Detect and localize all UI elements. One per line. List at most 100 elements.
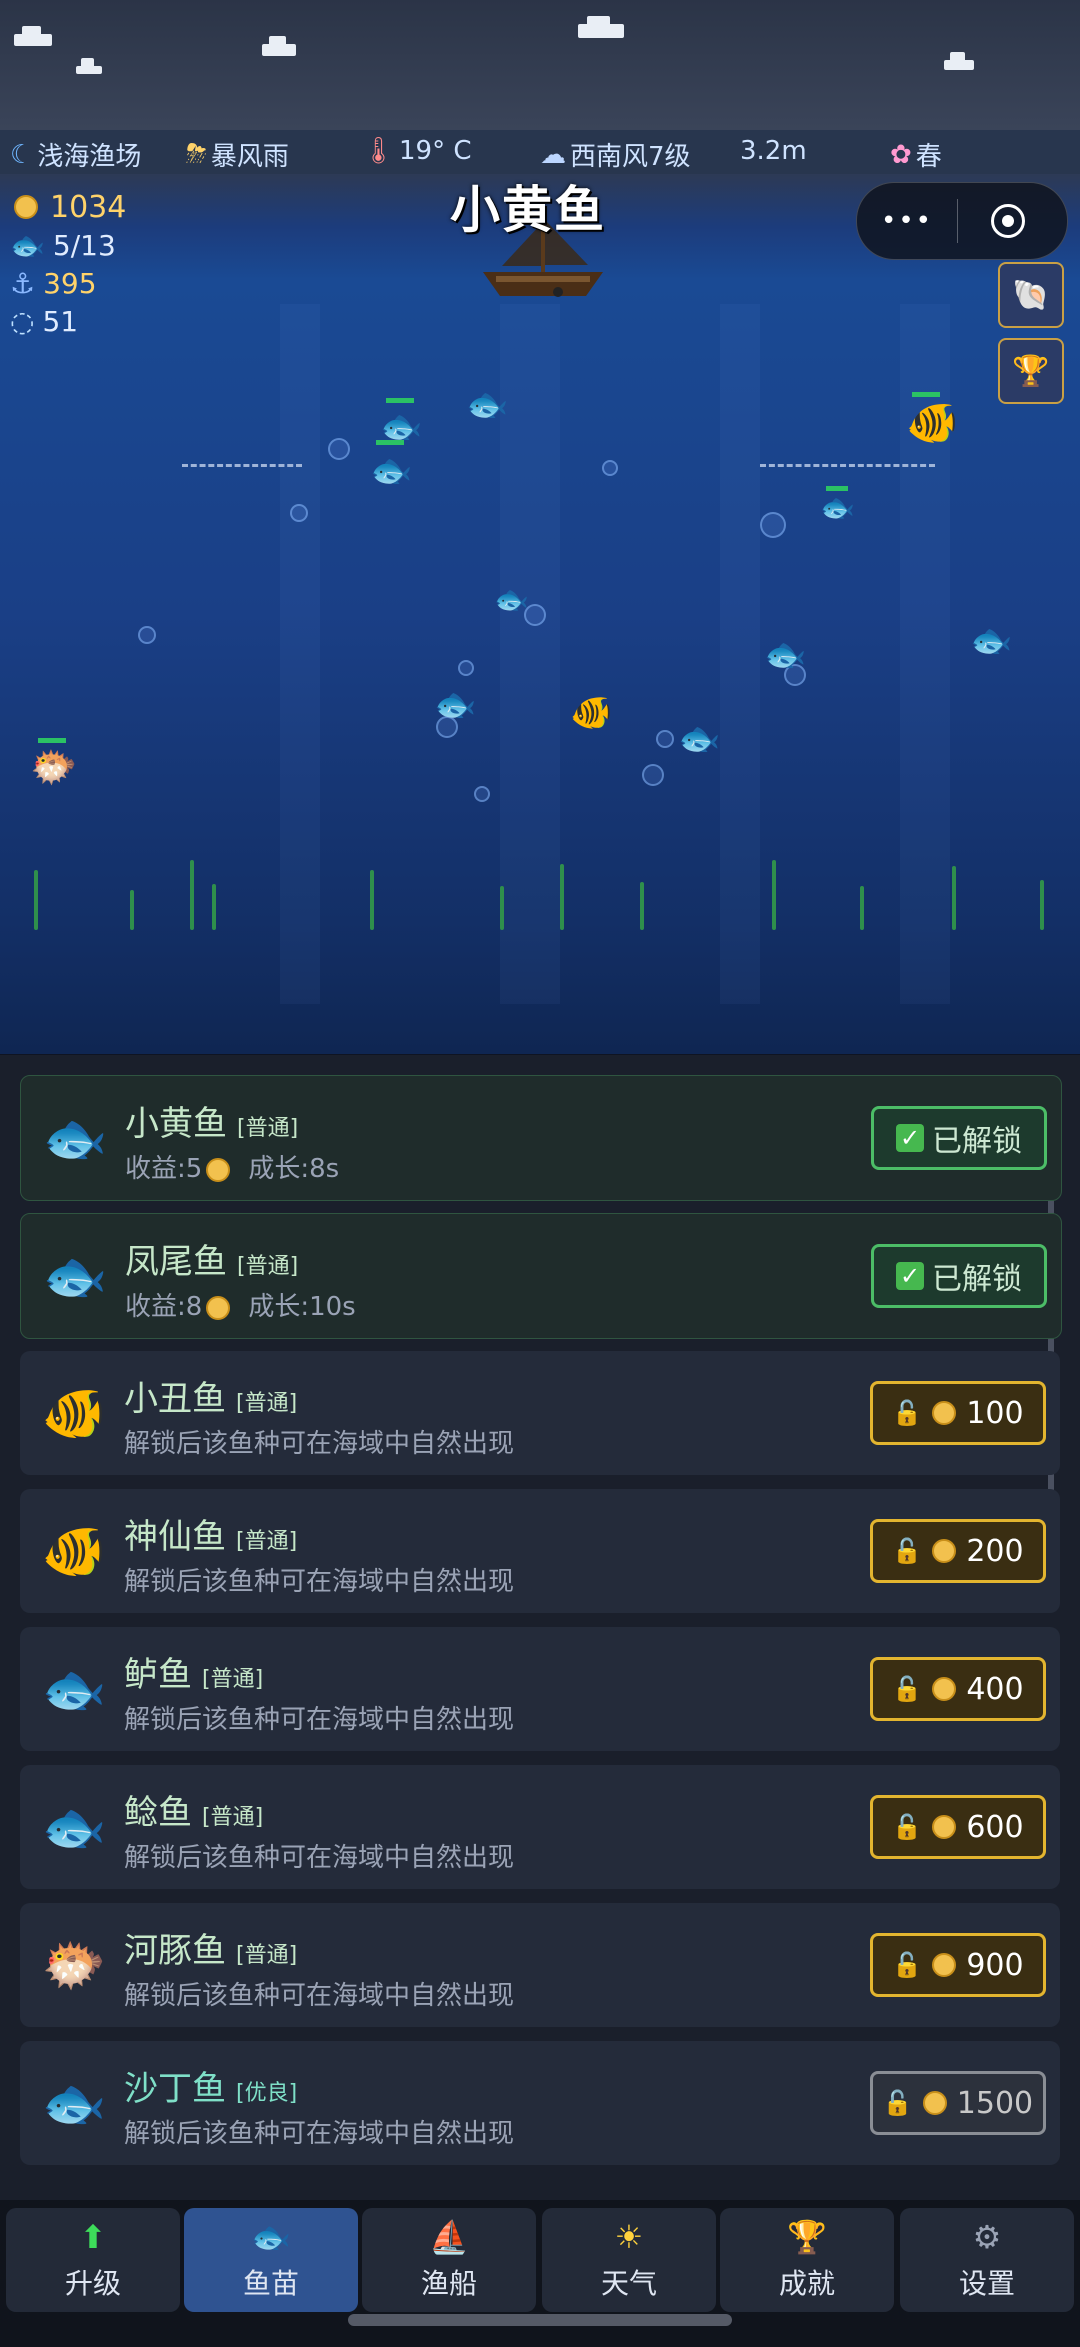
fish-rarity: [普通] xyxy=(236,1943,298,1968)
fish-growth-bar xyxy=(376,440,404,445)
anchovy-fish[interactable]: 🐟 xyxy=(380,410,422,444)
fish-rarity: [普通] xyxy=(202,1667,264,1692)
income-label: 收益:5 xyxy=(125,1154,203,1184)
unlock-button[interactable]: 🔓 400 xyxy=(870,1657,1046,1721)
cloud xyxy=(76,58,102,74)
sky xyxy=(0,0,1080,130)
anchovy-fish[interactable]: 🐟 xyxy=(970,624,1012,658)
fish-rarity: [普通] xyxy=(237,1254,299,1279)
more-button[interactable]: ••• xyxy=(857,206,957,236)
target-icon xyxy=(991,204,1025,238)
coin-icon xyxy=(932,1815,957,1839)
hook-icon: ⚓ xyxy=(10,266,36,300)
clownfish-icon: 🐠 xyxy=(41,1383,107,1444)
fish-name-row: 沙丁鱼 [优良] xyxy=(124,2061,297,2110)
coin-icon xyxy=(206,1157,231,1182)
fish-card[interactable]: 🐟 鲈鱼 [普通] 解锁后该鱼种可在海域中自然出现 🔓 400 xyxy=(20,1627,1060,1751)
tab-sun[interactable]: ☀ 天气 xyxy=(542,2208,716,2312)
fish-name-row: 河豚鱼 [普通] xyxy=(124,1923,297,1972)
fish-count: 5/13 xyxy=(52,228,116,262)
anchovy-fish[interactable]: 🐟 xyxy=(434,688,476,722)
fish-description: 解锁后该鱼种可在海域中自然出现 xyxy=(124,1705,515,1735)
fish-growth-bar xyxy=(386,398,414,403)
unlock-button[interactable]: 🔓 200 xyxy=(870,1519,1046,1583)
fish-card[interactable]: 🐟 小黄鱼 [普通] 收益:5 成长:8s ✓ 已解锁 xyxy=(20,1075,1062,1201)
fish-name-row: 神仙鱼 [普通] xyxy=(124,1509,297,1558)
unlock-button[interactable]: 🔓 900 xyxy=(870,1933,1046,1997)
anchovy-fish[interactable]: 🐟 xyxy=(764,638,806,672)
tab-trophy[interactable]: 🏆 成就 xyxy=(720,2208,894,2312)
seaweed xyxy=(212,884,216,930)
fish-card[interactable]: 🐟 沙丁鱼 [优良] 解锁后该鱼种可在海域中自然出现 🔓 1500 xyxy=(20,2041,1060,2165)
seaweed xyxy=(860,886,864,930)
fish-name: 神仙鱼 xyxy=(124,1517,226,1557)
fish-card[interactable]: 🐠 小丑鱼 [普通] 解锁后该鱼种可在海域中自然出现 🔓 100 xyxy=(20,1351,1060,1475)
bubble-count: 51 xyxy=(42,304,79,338)
unlock-price: 600 xyxy=(966,1809,1024,1845)
unlocked-badge[interactable]: ✓ 已解锁 xyxy=(871,1244,1047,1308)
yellow-fish[interactable]: 🐟 xyxy=(820,494,855,522)
bubble xyxy=(656,730,674,748)
fish-rarity: [普通] xyxy=(237,1116,299,1141)
fish-card[interactable]: 🐟 鲶鱼 [普通] 解锁后该鱼种可在海域中自然出现 🔓 600 xyxy=(20,1765,1060,1889)
angelfish-icon: 🐠 xyxy=(41,1521,107,1582)
fish-name: 沙丁鱼 xyxy=(124,2069,226,2109)
seaweed xyxy=(560,864,564,930)
season-status: ✿ 春 xyxy=(890,136,942,173)
fish-card[interactable]: 🐡 河豚鱼 [普通] 解锁后该鱼种可在海域中自然出现 🔓 900 xyxy=(20,1903,1060,2027)
anchovy-fish[interactable]: 🐟 xyxy=(678,722,720,756)
shell-button[interactable]: 🐚 xyxy=(998,262,1064,328)
fish-card[interactable]: 🐟 凤尾鱼 [普通] 收益:8 成长:10s ✓ 已解锁 xyxy=(20,1213,1062,1339)
catfish-icon: 🐟 xyxy=(41,1797,107,1858)
coin-icon xyxy=(932,1401,957,1425)
unlock-button[interactable]: 🔓 600 xyxy=(870,1795,1046,1859)
tab-boat[interactable]: ⛵ 渔船 xyxy=(362,2208,536,2312)
tab-fish-fry[interactable]: 🐟 鱼苗 xyxy=(184,2208,358,2312)
fish-card[interactable]: 🐠 神仙鱼 [普通] 解锁后该鱼种可在海域中自然出现 🔓 200 xyxy=(20,1489,1060,1613)
bubble-icon: ◌ xyxy=(10,304,35,338)
thermometer-icon: 🌡 xyxy=(362,136,396,166)
light-ray xyxy=(720,304,760,1004)
bubble xyxy=(474,786,490,802)
pufferfish[interactable]: 🐡 xyxy=(30,748,77,786)
achievement-button[interactable]: 🏆 xyxy=(998,338,1064,404)
fish-rarity: [优良] xyxy=(236,2081,298,2106)
bubble xyxy=(328,438,350,460)
tab-label: 成就 xyxy=(778,2267,835,2300)
fish-rarity: [普通] xyxy=(202,1805,264,1830)
seaweed xyxy=(772,860,776,930)
tab-label: 设置 xyxy=(958,2267,1015,2300)
sea-area[interactable]: 🐟 🐟 🐟 🐠 🐟 🐟 🐟 🐟 🐟 🐠 🐟 🐡 xyxy=(0,174,1080,1054)
cloud xyxy=(14,26,52,46)
fish-icon: 🐟 xyxy=(10,228,45,262)
lock-icon: 🔓 xyxy=(892,1813,923,1841)
fish-count-stat: 🐟 5/13 xyxy=(10,226,126,264)
unlock-button[interactable]: 🔓 100 xyxy=(870,1381,1046,1445)
anchovy-fish[interactable]: 🐟 xyxy=(466,388,508,422)
storm-icon: ⛈ xyxy=(186,139,207,169)
close-button[interactable] xyxy=(958,204,1058,238)
anchovy-fish[interactable]: 🐟 xyxy=(370,454,412,488)
lock-icon: 🔓 xyxy=(892,1399,923,1427)
mini-program-capsule: ••• xyxy=(856,182,1068,260)
tab-upgrade-arrow[interactable]: ⬆ 升级 xyxy=(6,2208,180,2312)
fish-fry-icon: 🐟 xyxy=(251,2218,291,2256)
wind-icon: ☁ xyxy=(540,139,566,170)
unlock-button[interactable]: 🔓 1500 xyxy=(870,2071,1046,2135)
weather-status-bar: ☾ 浅海渔场 ⛈ 暴风雨 🌡 19° C ☁ 西南风7级 3.2m ✿ 春 xyxy=(0,130,1080,174)
bass-icon: 🐟 xyxy=(41,1659,107,1720)
tab-gear[interactable]: ⚙ 设置 xyxy=(900,2208,1074,2312)
seaweed xyxy=(190,860,194,930)
fish-name: 鲶鱼 xyxy=(124,1793,192,1833)
fish-description: 收益:5 成长:8s xyxy=(125,1148,339,1185)
anchovy-fish[interactable]: 🐟 xyxy=(494,586,529,614)
coin-icon xyxy=(932,1677,957,1701)
unlocked-badge[interactable]: ✓ 已解锁 xyxy=(871,1106,1047,1170)
unlock-price: 100 xyxy=(966,1395,1024,1431)
yellow-fish[interactable]: 🐠 xyxy=(570,696,612,730)
sun-icon: ☀ xyxy=(614,2218,644,2256)
bubble xyxy=(760,512,786,538)
seaweed xyxy=(500,886,504,930)
yellow-fish[interactable]: 🐠 xyxy=(906,402,958,444)
cloud xyxy=(578,16,624,38)
